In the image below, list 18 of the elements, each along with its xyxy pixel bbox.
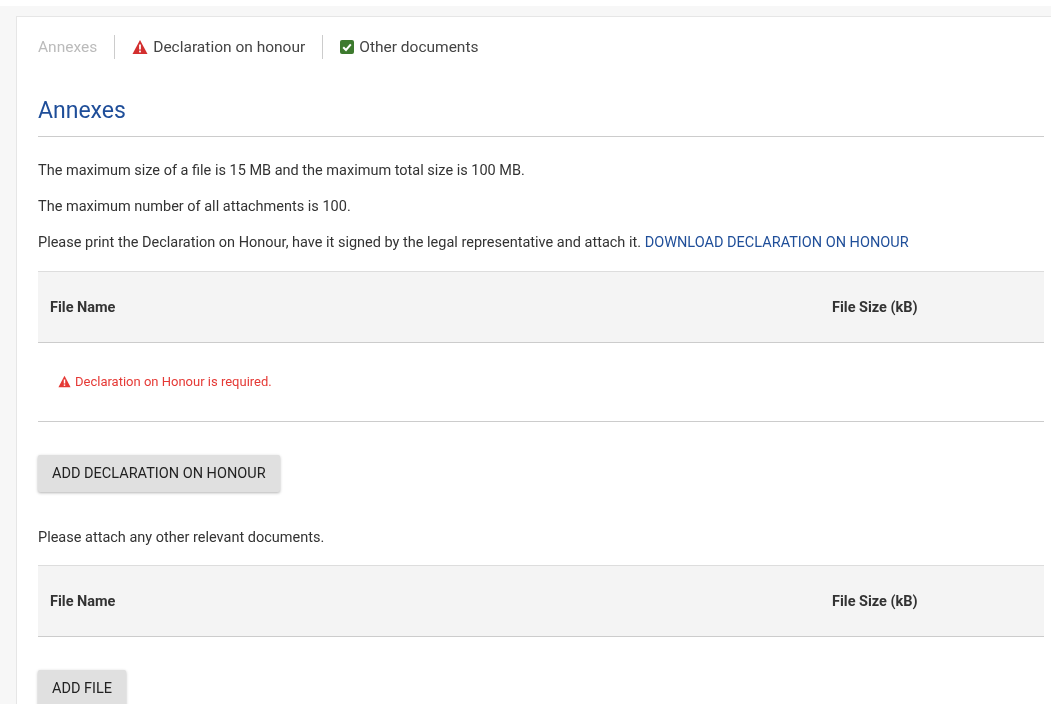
add-declaration-button[interactable]: ADD DECLARATION ON HONOUR [38, 455, 280, 492]
add-file-button[interactable]: ADD FILE [38, 670, 127, 704]
warning-icon [132, 39, 149, 55]
step-link[interactable]: Declaration on honour [132, 38, 306, 56]
step-link[interactable]: Other documents [340, 38, 479, 56]
info-text: The maximum number of all attachments is 100. [38, 197, 352, 217]
column-header: File Name [38, 565, 820, 637]
checkbox-icon [340, 40, 355, 54]
column-header: File Name [38, 271, 820, 343]
warning-icon [58, 374, 71, 388]
column-header: File Size (kB) [820, 565, 1044, 637]
instruction-text: Please print the Declaration on Honour, have it signed by the legal representative and attach it. DOWNLOAD DECLARATION ON HONOUR [38, 233, 910, 253]
column-header: File Size (kB) [820, 271, 1044, 343]
info-text: Please attach any other relevant documents. [38, 528, 326, 548]
download-link[interactable]: DOWNLOAD DECLARATION ON HONOUR [644, 234, 909, 251]
section-title: Annexes [38, 97, 1044, 137]
error-message: Declaration on Honour is required. [58, 373, 272, 389]
info-text: The maximum size of a file is 15 MB and the maximum total size is 100 MB. [38, 161, 526, 181]
